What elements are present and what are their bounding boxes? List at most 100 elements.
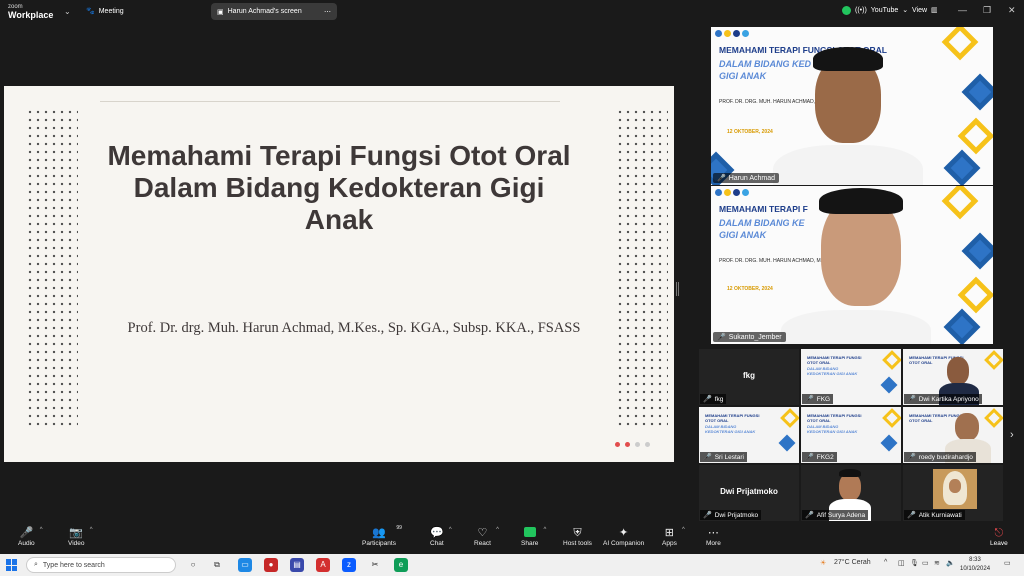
gallery-name: Sri Lestari xyxy=(714,453,744,461)
tile-slide-subtitle: DALAM BIDANG KED xyxy=(719,59,811,69)
logo-icon xyxy=(733,30,740,37)
edge-icon[interactable]: e xyxy=(394,558,408,572)
pdf-icon[interactable]: A xyxy=(316,558,330,572)
caret-up-icon[interactable]: ^ xyxy=(682,527,685,533)
minimize-icon[interactable]: — xyxy=(958,5,967,15)
notification-icon[interactable]: ▭ xyxy=(1004,559,1011,567)
tile-slide-subtitle-2: GIGI ANAK xyxy=(719,230,767,240)
dot-pattern-right xyxy=(616,108,668,428)
logo-icon xyxy=(724,30,731,37)
volume-icon[interactable]: 🔈 xyxy=(946,559,955,567)
audio-button[interactable]: 🎤 Audio ^ xyxy=(18,527,43,547)
security-status[interactable] xyxy=(842,6,851,15)
host-tools-button[interactable]: ⛨ Host tools xyxy=(563,527,592,547)
mic-off-icon: 🎤 xyxy=(703,512,712,519)
restore-icon[interactable]: ❐ xyxy=(983,5,991,16)
shared-screen-slide[interactable]: Memahami Terapi Fungsi Otot Oral Dalam B… xyxy=(4,86,674,462)
powerpoint-icon[interactable]: ▤ xyxy=(290,558,304,572)
zoom-icon[interactable]: z xyxy=(342,558,356,572)
app-icon[interactable]: ● xyxy=(264,558,278,572)
slide-top-rule xyxy=(100,101,560,102)
caret-up-icon[interactable]: ^ xyxy=(40,527,43,533)
face xyxy=(955,413,979,441)
mic-tray-icon[interactable]: 🎙 xyxy=(910,559,919,567)
hair xyxy=(819,188,903,214)
ai-companion-button[interactable]: ✦ AI Companion xyxy=(603,527,644,547)
ai-companion-label: AI Companion xyxy=(603,540,645,547)
mic-off-icon: 🎤 xyxy=(717,334,726,341)
youtube-live[interactable]: ((•)) YouTube ⌄ xyxy=(855,6,908,15)
gallery-tile[interactable]: 🎤 Atik Kurniawati xyxy=(903,465,1003,521)
network-icon[interactable]: ◫ xyxy=(898,559,905,567)
chevron-down-icon[interactable]: ⌄ xyxy=(64,7,71,16)
video-button[interactable]: 📷 Video ^ xyxy=(68,527,93,547)
mic-off-icon: 🎤 xyxy=(907,396,916,403)
cortana-icon[interactable]: ○ xyxy=(186,558,200,572)
more-options-icon[interactable]: ⋯ xyxy=(324,8,331,16)
mini-slide-subtitle: DALAM BIDANG KEDOKTERAN GIGI ANAK xyxy=(807,366,858,376)
share-button[interactable]: Share ^ xyxy=(521,527,546,547)
chevron-up-icon[interactable]: ^ xyxy=(884,559,887,566)
pager-dot xyxy=(645,442,650,447)
gallery-tile[interactable]: 🎤 Afif Surya Adena xyxy=(801,465,901,521)
caret-up-icon[interactable]: ^ xyxy=(496,527,499,533)
mic-off-icon: 🎤 xyxy=(703,454,712,461)
gallery-display-name: fkg xyxy=(743,371,755,380)
participants-button[interactable]: 👥 99 Participants xyxy=(362,525,402,547)
gallery-tile[interactable]: MEMAHAMI TERAPI FUNGSI OTOT ORAL DALAM B… xyxy=(801,407,901,463)
file-explorer-icon[interactable]: ▭ xyxy=(238,558,252,572)
video-label: Video xyxy=(68,540,85,547)
share-label: Share xyxy=(521,540,539,547)
logo-icon xyxy=(742,30,749,37)
mini-slide-title: MEMAHAMI TERAPI FUNGSI OTOT ORAL xyxy=(807,355,862,365)
zoom-workplace-logo[interactable]: zoom Workplace xyxy=(8,3,54,20)
gallery-tile[interactable]: MEMAHAMI TERAPI FUNGSI OTOT ORAL DALAM B… xyxy=(801,349,901,405)
gallery-tile[interactable]: fkg 🎤 fkg xyxy=(699,349,799,405)
windows-start-icon[interactable] xyxy=(6,559,18,571)
panel-resize-handle[interactable] xyxy=(676,282,679,296)
mic-off-icon: 🎤 xyxy=(805,396,814,403)
gallery-tile[interactable]: MEMAHAMI TERAPI FUNGSI OTOT ORAL 🎤 Dwi Ka… xyxy=(903,349,1003,405)
tile-slide-meta: PROF. DR. DRG. MUH. HARUN ACHMAD, M. xyxy=(719,99,823,105)
apps-button[interactable]: ⊞ Apps ^ xyxy=(662,527,685,547)
weather-label[interactable]: 27°C Cerah xyxy=(834,559,871,566)
gallery-name: Dwi Prijatmoko xyxy=(714,511,759,519)
gallery-tile[interactable]: MEMAHAMI TERAPI FUNGSI OTOT ORAL DALAM B… xyxy=(699,407,799,463)
broadcast-icon: ((•)) xyxy=(855,6,867,14)
battery-icon[interactable]: ▭ xyxy=(922,559,929,567)
taskbar-search[interactable]: ⌕ Type here to search xyxy=(26,557,176,573)
leave-button[interactable]: ⎋ Leave xyxy=(990,527,1008,547)
brand-workplace: Workplace xyxy=(8,10,54,20)
speaker-tile-sukanto[interactable]: MEMAHAMI TERAPI F DALAM BIDANG KE GIGI A… xyxy=(711,186,993,344)
slide-pager xyxy=(615,442,650,447)
caret-up-icon[interactable]: ^ xyxy=(544,527,547,533)
caret-up-icon[interactable]: ^ xyxy=(90,527,93,533)
chat-label: Chat xyxy=(430,540,444,547)
task-view-icon[interactable]: ⧉ xyxy=(210,558,224,572)
video-off-icon: 📷 xyxy=(69,527,84,539)
chevron-right-icon[interactable]: › xyxy=(1010,429,1014,441)
caret-up-icon[interactable]: ^ xyxy=(449,527,452,533)
meeting-menu[interactable]: 🐾 Meeting xyxy=(86,7,124,16)
tile-slide-subtitle: DALAM BIDANG KE xyxy=(719,218,805,228)
screen-share-indicator[interactable]: ▣ Harun Achmad's screen ⋯ xyxy=(211,3,337,20)
mini-slide-subtitle: DALAM BIDANG KEDOKTERAN GIGI ANAK xyxy=(705,424,756,434)
view-menu[interactable]: View ▥ xyxy=(912,6,938,15)
chat-button[interactable]: 💬 Chat ^ xyxy=(430,527,452,547)
tile-slide-subtitle-2: GIGI ANAK xyxy=(719,71,767,81)
decor-diamond xyxy=(880,376,898,394)
gallery-name-tag: 🎤 Sri Lestari xyxy=(700,452,747,462)
react-button[interactable]: ♡ React ^ xyxy=(474,527,499,547)
face xyxy=(949,479,961,493)
gallery-name-tag: 🎤 roedy budirahardjo xyxy=(904,452,976,462)
speaker-tile-harun[interactable]: MEMAHAMI TERAPI FUNGSI OTOT ORAL DALAM B… xyxy=(711,27,993,185)
more-button[interactable]: ⋯ More xyxy=(706,527,721,547)
gallery-tile[interactable]: MEMAHAMI TERAPI FUNGSI OTOT ORAL 🎤 roedy … xyxy=(903,407,1003,463)
pager-dot xyxy=(625,442,630,447)
capcut-icon[interactable]: ✂ xyxy=(368,558,382,572)
taskbar-clock[interactable]: 8:33 10/10/2024 xyxy=(960,556,990,574)
wifi-icon[interactable]: ≋ xyxy=(934,559,940,567)
participant-name-tag: 🎤 Sukanto_Jember xyxy=(713,332,786,342)
gallery-tile[interactable]: Dwi Prijatmoko 🎤 Dwi Prijatmoko xyxy=(699,465,799,521)
close-icon[interactable]: ✕ xyxy=(1008,5,1016,16)
